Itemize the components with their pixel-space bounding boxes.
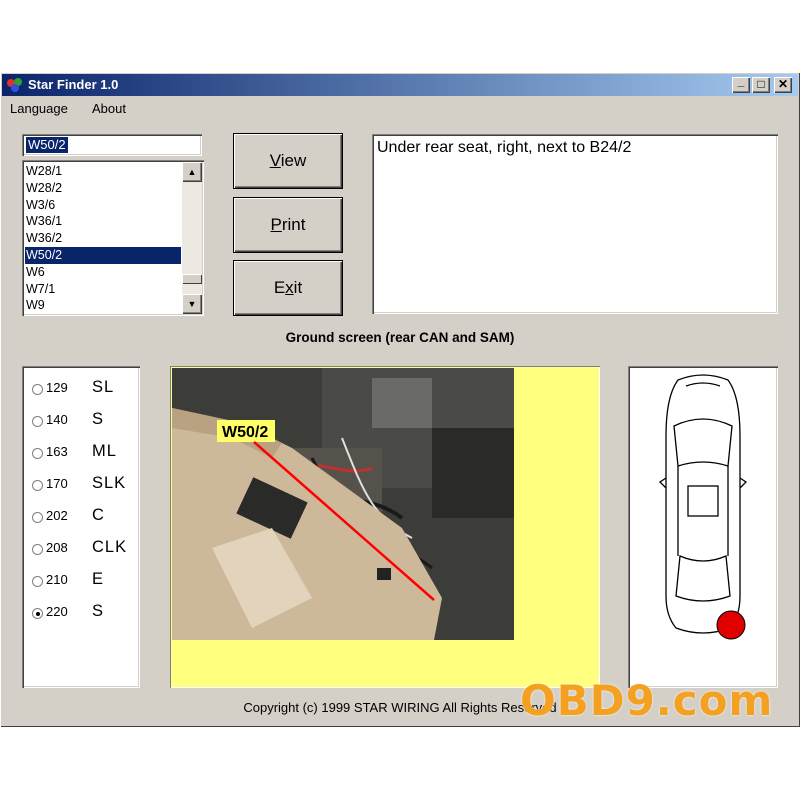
print-button[interactable]: Print bbox=[234, 198, 342, 252]
radio-button[interactable] bbox=[32, 480, 43, 491]
maximize-icon: □ bbox=[757, 77, 765, 91]
exit-button[interactable]: Exit bbox=[234, 261, 342, 315]
view-button-accel: V bbox=[269, 151, 281, 170]
radio-button[interactable] bbox=[32, 512, 43, 523]
component-search-input[interactable]: W50/2 bbox=[22, 134, 202, 156]
print-button-accel: P bbox=[270, 215, 282, 234]
radio-button[interactable] bbox=[32, 384, 43, 395]
radio-button[interactable] bbox=[32, 448, 43, 459]
list-item[interactable]: W36/2 bbox=[25, 230, 181, 247]
exit-button-prefix: E bbox=[273, 278, 286, 297]
radio-button[interactable] bbox=[32, 544, 43, 555]
scroll-down-button[interactable]: ▼ bbox=[182, 294, 202, 314]
menu-about[interactable]: About bbox=[92, 101, 126, 116]
image-caption: Ground screen (rear CAN and SAM) bbox=[285, 330, 515, 345]
photo-panel: W50/2 bbox=[170, 366, 600, 688]
exit-button-accel: x bbox=[285, 278, 294, 297]
watermark-logo: OBD9.com bbox=[520, 676, 774, 725]
minimize-icon: _ bbox=[737, 74, 745, 88]
list-scrollbar[interactable]: ▲ ▼ bbox=[182, 162, 202, 314]
app-icon bbox=[7, 78, 22, 92]
radio-button[interactable] bbox=[32, 416, 43, 427]
radio-button[interactable] bbox=[32, 576, 43, 587]
list-item[interactable]: W6 bbox=[25, 264, 181, 281]
model-code: S bbox=[92, 602, 105, 620]
car-topview-icon bbox=[658, 374, 748, 640]
list-item[interactable]: W50/2 bbox=[25, 247, 181, 264]
maximize-button[interactable]: □ bbox=[752, 77, 770, 93]
window-title: Star Finder 1.0 bbox=[28, 77, 119, 92]
photo-label: W50/2 bbox=[222, 424, 268, 441]
list-item[interactable]: W9 bbox=[25, 297, 181, 314]
title-bar[interactable]: Star Finder 1.0 _ □ ✕ bbox=[2, 74, 798, 96]
arrow-up-icon: ▲ bbox=[187, 167, 197, 177]
model-number: 202 bbox=[46, 508, 68, 523]
model-number: 129 bbox=[46, 380, 68, 395]
model-number: 170 bbox=[46, 476, 68, 491]
model-code: SL bbox=[92, 378, 115, 396]
model-code: S bbox=[92, 410, 105, 428]
minimize-button[interactable]: _ bbox=[732, 74, 750, 93]
exit-button-label: it bbox=[293, 278, 303, 297]
component-list[interactable]: ▲ ▼ W28/1 W28/2 W3/6 W36/1 W36/2 W50/2 W6 W7/1 W… bbox=[22, 160, 204, 316]
location-textbox[interactable]: Under rear seat, right, next to B24/2 bbox=[372, 134, 778, 314]
radio-button[interactable] bbox=[32, 608, 43, 619]
model-code: CLK bbox=[92, 538, 128, 556]
list-item[interactable]: W28/2 bbox=[25, 180, 181, 197]
scroll-thumb[interactable] bbox=[182, 274, 202, 284]
view-button-label: iew bbox=[280, 151, 307, 170]
model-code: SLK bbox=[92, 474, 127, 492]
model-number: 208 bbox=[46, 540, 68, 555]
view-button[interactable]: View bbox=[234, 134, 342, 188]
menu-bar: Language About bbox=[2, 98, 798, 118]
component-search-value: W50/2 bbox=[26, 137, 68, 153]
list-item[interactable]: W7/1 bbox=[25, 281, 181, 298]
location-text: Under rear seat, right, next to B24/2 bbox=[377, 139, 632, 156]
arrow-down-icon: ▼ bbox=[187, 299, 197, 309]
list-item[interactable]: W28/1 bbox=[25, 163, 181, 180]
close-icon: ✕ bbox=[777, 77, 789, 91]
print-button-label: rint bbox=[281, 215, 306, 234]
model-number: 220 bbox=[46, 604, 68, 619]
location-marker bbox=[716, 610, 746, 640]
list-item[interactable]: W3/6 bbox=[25, 197, 181, 214]
model-code: C bbox=[92, 506, 105, 524]
model-number: 140 bbox=[46, 412, 68, 427]
list-item[interactable]: W36/1 bbox=[25, 213, 181, 230]
close-button[interactable]: ✕ bbox=[774, 77, 792, 93]
car-location-diagram bbox=[628, 366, 778, 688]
model-code: E bbox=[92, 570, 105, 588]
model-number: 210 bbox=[46, 572, 68, 587]
model-selector: 129 SL 140 S 163 ML 170 SLK 202 C 208 CLK 210 E 220 S bbox=[22, 366, 140, 688]
scroll-up-button[interactable]: ▲ bbox=[182, 162, 202, 182]
model-number: 163 bbox=[46, 444, 68, 459]
component-photo: W50/2 bbox=[172, 368, 514, 640]
model-code: ML bbox=[92, 442, 117, 460]
menu-language[interactable]: Language bbox=[10, 101, 68, 116]
